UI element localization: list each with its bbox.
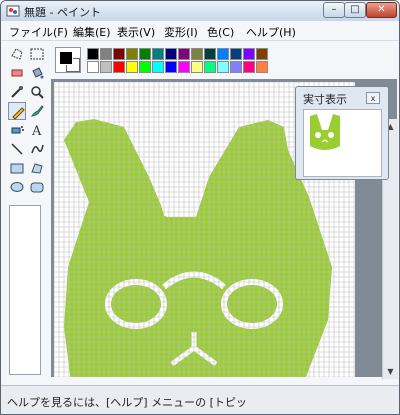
rect-select-icon[interactable]: [28, 45, 46, 63]
paint-app-icon: [6, 5, 20, 17]
palette-swatch[interactable]: [178, 61, 190, 73]
magnifier-icon[interactable]: [28, 83, 46, 101]
palette-swatch[interactable]: [243, 48, 255, 60]
palette-swatch[interactable]: [204, 61, 216, 73]
palette-swatch[interactable]: [113, 61, 125, 73]
line-icon[interactable]: [8, 140, 26, 158]
palette-swatch[interactable]: [100, 61, 112, 73]
palette-swatch[interactable]: [126, 61, 138, 73]
brush-icon[interactable]: [28, 102, 46, 120]
preview-view: [303, 109, 382, 177]
palette-swatch[interactable]: [217, 61, 229, 73]
window-title: 無題 - ペイント: [24, 6, 101, 19]
actual-size-window: 実寸表示 x: [295, 86, 389, 180]
palette-swatch[interactable]: [178, 48, 190, 60]
palette-swatch[interactable]: [230, 48, 242, 60]
palette-swatch[interactable]: [191, 61, 203, 73]
status-bar: ヘルプを見るには、[ヘルプ] メニューの [トピッ: [1, 385, 399, 414]
text-icon[interactable]: A: [28, 121, 46, 139]
palette-swatch[interactable]: [256, 61, 268, 73]
palette-swatch[interactable]: [243, 61, 255, 73]
color-palette: [55, 47, 295, 75]
free-select-icon[interactable]: [8, 45, 26, 63]
eraser-icon[interactable]: [8, 64, 26, 82]
title-bar: 無題 - ペイント – □ ✕: [1, 1, 399, 21]
scroll-down-icon[interactable]: ▼: [383, 364, 398, 379]
fill-bucket-icon[interactable]: [28, 64, 46, 82]
svg-text:A: A: [31, 124, 42, 138]
paint-window: 無題 - ペイント – □ ✕ ファイル(F) 編集(E) 表示(V) 変形(I…: [0, 0, 400, 415]
preview-title: 実寸表示: [303, 93, 347, 106]
preview-close-button[interactable]: x: [366, 92, 380, 104]
close-button[interactable]: ✕: [366, 2, 397, 18]
tool-options-box[interactable]: [9, 205, 41, 375]
palette-swatch[interactable]: [165, 61, 177, 73]
rabbit-thumbnail: [310, 114, 340, 150]
current-colors[interactable]: [55, 47, 81, 73]
menu-image[interactable]: 変形(I): [164, 24, 198, 40]
palette-swatch[interactable]: [152, 48, 164, 60]
maximize-button[interactable]: □: [344, 2, 366, 18]
status-text: ヘルプを見るには、[ヘルプ] メニューの [トピッ: [7, 396, 247, 409]
palette-swatch[interactable]: [126, 48, 138, 60]
foreground-color[interactable]: [59, 51, 73, 65]
palette-swatch[interactable]: [139, 61, 151, 73]
menu-view[interactable]: 表示(V): [117, 24, 155, 40]
palette-swatch[interactable]: [191, 48, 203, 60]
palette-swatch[interactable]: [152, 61, 164, 73]
palette-swatch[interactable]: [230, 61, 242, 73]
palette-swatch[interactable]: [87, 48, 99, 60]
rectangle-icon[interactable]: [8, 159, 26, 177]
palette-swatch[interactable]: [139, 48, 151, 60]
curve-icon[interactable]: [28, 140, 46, 158]
menu-file[interactable]: ファイル(F): [9, 24, 68, 40]
menu-bar: ファイル(F) 編集(E) 表示(V) 変形(I) 色(C) ヘルプ(H): [1, 21, 399, 41]
palette-swatch[interactable]: [217, 48, 229, 60]
palette-swatch[interactable]: [87, 61, 99, 73]
pencil-icon[interactable]: [8, 102, 26, 120]
menu-edit[interactable]: 編集(E): [73, 24, 111, 40]
rounded-rect-icon[interactable]: [28, 178, 46, 196]
color-picker-icon[interactable]: [8, 83, 26, 101]
palette-swatch[interactable]: [100, 48, 112, 60]
main-area: A ▲ ▼ 実寸表示 x: [1, 41, 399, 385]
minimize-button[interactable]: –: [323, 2, 345, 18]
palette-swatch[interactable]: [165, 48, 177, 60]
palette-swatch[interactable]: [113, 48, 125, 60]
palette-swatch[interactable]: [204, 48, 216, 60]
ellipse-icon[interactable]: [8, 178, 26, 196]
airbrush-icon[interactable]: [8, 121, 26, 139]
menu-colors[interactable]: 色(C): [207, 24, 234, 40]
polygon-icon[interactable]: [28, 159, 46, 177]
palette-swatch[interactable]: [256, 48, 268, 60]
menu-help[interactable]: ヘルプ(H): [246, 24, 296, 40]
